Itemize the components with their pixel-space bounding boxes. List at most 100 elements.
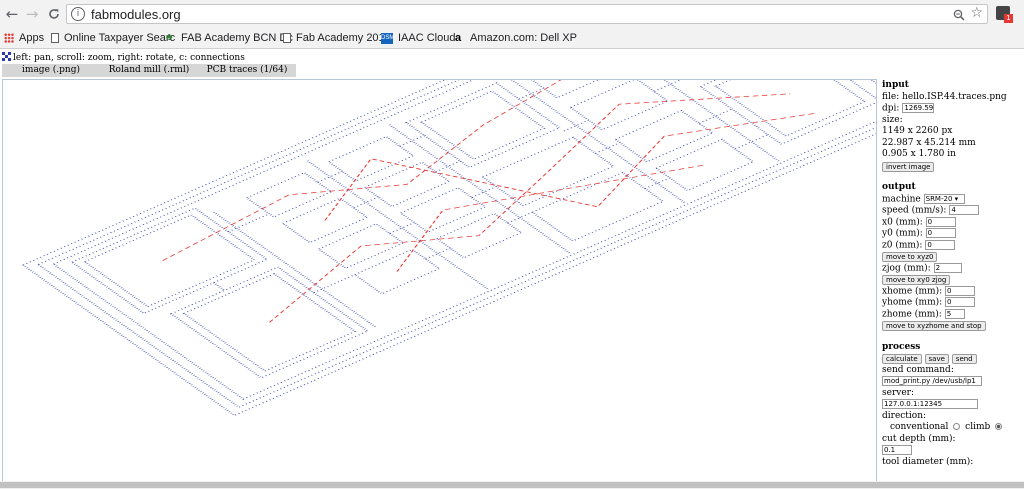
pcb-traces	[21, 80, 876, 417]
bookmark-iaac-cloud[interactable]: DSM IAAC Cloud	[381, 28, 455, 48]
chip-pad	[530, 171, 665, 242]
x0-label: x0 (mm):	[882, 217, 923, 227]
conventional-radio[interactable]	[953, 423, 961, 430]
document-icon	[51, 33, 59, 44]
pcb-toolpath-canvas[interactable]	[3, 80, 876, 488]
connection-line	[396, 164, 705, 272]
bookmark-label: FAB Academy BCN Dc	[181, 32, 293, 44]
x0-field[interactable]: 0	[925, 216, 956, 227]
bookmark-fab-academy-bcn[interactable]: ♣ FAB Academy BCN Dc	[166, 28, 293, 48]
board-outline-inner	[36, 80, 876, 408]
connector-pad	[70, 207, 269, 315]
move-to-xyz0-button[interactable]: move to xyz0	[882, 252, 938, 262]
tab-roland-mill-rml[interactable]: Roland mill (.rml)	[100, 64, 198, 77]
tab-pcb-traces[interactable]: PCB traces (1/64)	[198, 64, 296, 77]
y0-label: y0 (mm):	[882, 228, 923, 239]
dsm-icon: DSM	[381, 32, 394, 44]
chip-pad	[569, 80, 670, 131]
zhome-field[interactable]: 5	[944, 308, 965, 319]
direction-label: direction:	[882, 410, 927, 421]
magnifier-icon	[953, 9, 965, 21]
fab-logo-icon	[2, 52, 11, 61]
process-section-title: process	[882, 341, 921, 352]
y0-field[interactable]: 0	[925, 228, 956, 238]
extension-badge: 1	[1004, 14, 1013, 23]
bookmark-fab-academy-2017[interactable]: Fab Academy 2017	[283, 28, 391, 48]
bookmark-star-icon[interactable]: ☆	[970, 5, 983, 21]
size-label: size:	[882, 114, 903, 125]
chip-pad	[245, 171, 333, 218]
cut-depth-label: cut depth (mm):	[882, 433, 956, 444]
machine-select[interactable]: SRM-20 ▾	[923, 193, 965, 204]
send-button[interactable]: send	[951, 354, 977, 364]
tab-image-png[interactable]: image (.png)	[2, 64, 100, 77]
toolpath-viewer[interactable]	[2, 79, 877, 489]
speed-label: speed (mm/s):	[882, 205, 947, 216]
xhome-label: xhome (mm):	[882, 286, 943, 296]
bookmark-label: Online Taxpayer Searc	[64, 32, 176, 44]
yhome-label: yhome (mm):	[882, 297, 943, 308]
send-command-field[interactable]: mod_print.py /dev/usb/lp1	[882, 376, 982, 386]
chip-pad	[399, 187, 487, 233]
climb-radio[interactable]	[995, 423, 1003, 430]
tool-diameter-label: tool diameter (mm):	[882, 456, 974, 467]
z0-field[interactable]: 0	[925, 239, 956, 250]
apps-grid-icon	[4, 33, 14, 44]
zhome-label: zhome (mm):	[882, 309, 942, 319]
site-info-icon[interactable]: i	[71, 7, 85, 21]
cut-depth-field[interactable]: 0.1	[882, 445, 912, 455]
climb-label: climb	[965, 422, 991, 432]
forward-arrow-icon[interactable]: →	[22, 4, 42, 24]
trace	[213, 80, 780, 328]
reload-arrow-icon	[49, 9, 59, 19]
size-in: 0.905 x 1.780 in	[882, 149, 956, 159]
zoom-icon[interactable]	[953, 6, 965, 25]
browser-toolbar: ← → i fabmodules.org ☆ 1	[0, 0, 1024, 28]
dpi-field[interactable]: 1269.59	[902, 103, 935, 113]
bookmarks-bar: Apps Online Taxpayer Searc ♣ FAB Academy …	[0, 28, 1024, 49]
url-text[interactable]: fabmodules.org	[91, 6, 181, 23]
move-to-xyzhome-button[interactable]: move to xyzhome and stop	[882, 321, 986, 331]
machine-label: machine	[882, 194, 921, 204]
yhome-field[interactable]: 0	[945, 297, 976, 307]
bookmark-label: Amazon.com: Dell XP	[470, 32, 577, 44]
module-tabs: image (.png) Roland mill (.rml) PCB trac…	[2, 64, 296, 77]
connector-pad	[169, 266, 370, 379]
scrollbar-thumb[interactable]	[0, 482, 1024, 488]
invert-image-button[interactable]: invert image	[882, 161, 935, 172]
horizontal-scrollbar[interactable]	[0, 481, 1024, 489]
zjog-field[interactable]: 2	[933, 262, 962, 273]
bookmark-label: Fab Academy 2017	[296, 32, 391, 44]
move-to-xy0-zjog-button[interactable]: move to xy0 zjog	[882, 275, 951, 285]
size-mm: 22.987 x 45.214 mm	[882, 137, 976, 148]
amazon-icon: a	[455, 32, 462, 45]
connector-pad	[83, 214, 256, 308]
speed-field[interactable]: 4	[949, 205, 980, 215]
calculate-button[interactable]: calculate	[882, 354, 922, 364]
connection-lines	[162, 80, 818, 323]
xhome-field[interactable]: 0	[945, 285, 976, 296]
conventional-label: conventional	[890, 422, 949, 432]
bookmark-label: Apps	[19, 32, 45, 44]
bookmark-apps[interactable]: Apps	[4, 28, 44, 48]
input-section-title: input	[882, 80, 909, 90]
bookmark-amazon[interactable]: a Amazon.com: Dell XP	[455, 28, 577, 48]
trace	[212, 80, 769, 293]
z0-label: z0 (mm):	[882, 240, 923, 250]
save-button[interactable]: save	[924, 354, 949, 364]
control-panel: input file: hello.ISP.44.traces.png dpi:…	[882, 80, 1024, 480]
connection-line	[162, 80, 710, 261]
server-field[interactable]: 127.0.0.1:12345	[882, 399, 978, 409]
back-arrow-icon[interactable]: ←	[2, 4, 22, 24]
server-label: server:	[882, 387, 914, 398]
document-icon	[283, 33, 291, 44]
fab-icon: ♣	[166, 32, 173, 44]
instructions: left: pan, scroll: zoom, right: rotate, …	[2, 52, 245, 63]
output-section-title: output	[882, 182, 916, 192]
bookmark-online-taxpayer[interactable]: Online Taxpayer Searc	[51, 28, 175, 48]
reload-icon[interactable]	[44, 4, 64, 24]
dpi-label: dpi:	[882, 103, 900, 114]
address-bar[interactable]: i fabmodules.org ☆	[66, 4, 988, 24]
bookmark-label: IAAC Cloud	[398, 32, 456, 44]
connection-line	[268, 93, 791, 323]
